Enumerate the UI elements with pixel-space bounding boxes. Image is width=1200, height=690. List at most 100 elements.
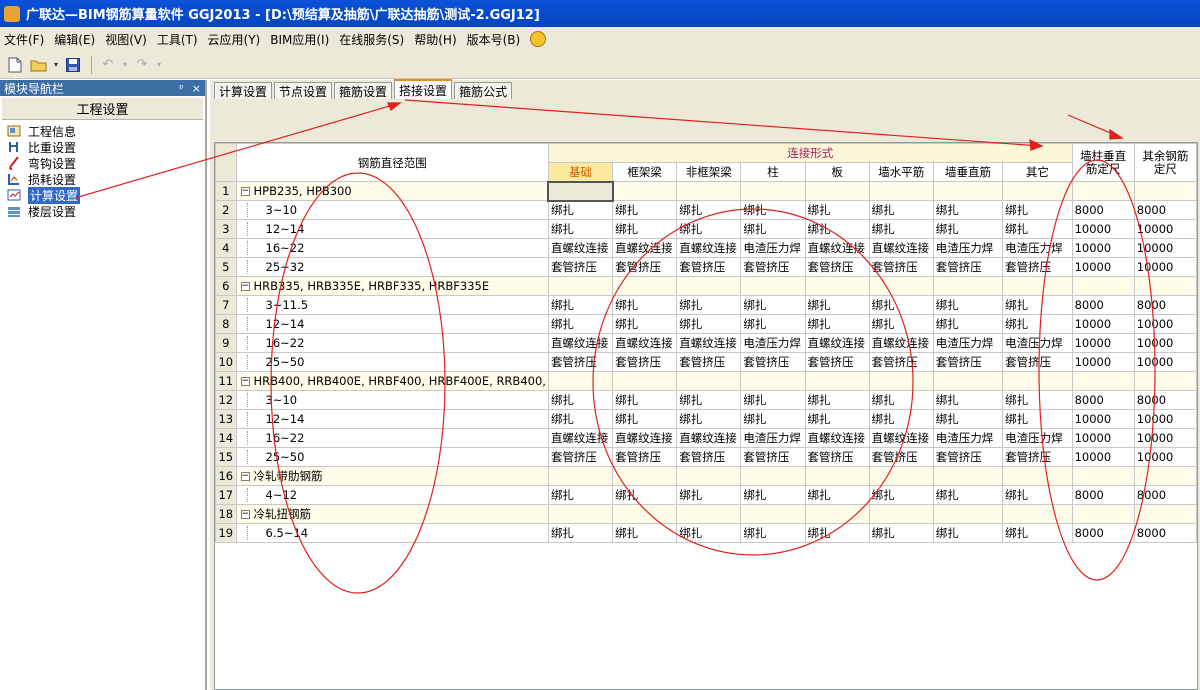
- connection-cell[interactable]: 绑扎: [932, 523, 1004, 543]
- wall-length-cell[interactable]: 10000: [1071, 352, 1135, 372]
- connection-cell[interactable]: [932, 371, 1004, 391]
- connection-cell[interactable]: 绑扎: [547, 314, 614, 334]
- table-row[interactable]: 19 6.5~14 绑扎 绑扎 绑扎 绑扎 绑扎 绑扎 绑扎 绑扎 8000 8000: [215, 523, 1198, 543]
- connection-cell[interactable]: 直螺纹连接: [868, 333, 934, 353]
- row-number[interactable]: 16: [215, 466, 237, 486]
- connection-cell[interactable]: [612, 276, 678, 296]
- connection-cell[interactable]: [932, 504, 1004, 524]
- connection-cell[interactable]: [932, 466, 1004, 486]
- wall-length-cell[interactable]: [1071, 466, 1135, 486]
- smiley-icon[interactable]: [530, 31, 547, 47]
- connection-cell[interactable]: 绑扎: [612, 390, 678, 410]
- wall-length-cell[interactable]: 10000: [1071, 409, 1135, 429]
- connection-cell[interactable]: [1002, 466, 1073, 486]
- connection-cell[interactable]: 绑扎: [932, 390, 1004, 410]
- row-number[interactable]: 15: [215, 447, 237, 467]
- connection-cell[interactable]: 绑扎: [612, 314, 678, 334]
- diameter-range-cell[interactable]: 3~10: [235, 390, 549, 410]
- diameter-range-cell[interactable]: 4~12: [235, 485, 549, 505]
- collapse-icon[interactable]: −: [240, 377, 250, 386]
- table-group-row[interactable]: 11− HRB400, HRB400E, HRBF400, HRBF400E, R…: [215, 371, 1198, 391]
- connection-cell[interactable]: [547, 180, 614, 202]
- connection-cell[interactable]: 绑扎: [740, 409, 806, 429]
- connection-cell[interactable]: 绑扎: [612, 409, 678, 429]
- row-number[interactable]: 5: [215, 257, 237, 277]
- diameter-range-cell[interactable]: 12~14: [235, 314, 549, 334]
- connection-cell[interactable]: 电渣压力焊: [1002, 238, 1073, 258]
- diameter-range-cell[interactable]: 16~22: [235, 238, 549, 258]
- other-length-cell[interactable]: 10000: [1133, 428, 1198, 448]
- row-number[interactable]: 10: [215, 352, 237, 372]
- connection-cell[interactable]: 绑扎: [1002, 295, 1073, 315]
- connection-cell[interactable]: 绑扎: [740, 200, 806, 220]
- connection-cell[interactable]: [547, 371, 614, 391]
- group-label-cell[interactable]: − HPB235, HPB300: [235, 181, 549, 201]
- connection-cell[interactable]: 绑扎: [868, 200, 934, 220]
- diameter-range-cell[interactable]: 3~10: [235, 200, 549, 220]
- connection-cell[interactable]: [868, 371, 934, 391]
- nav-item-floor[interactable]: 楼层设置: [6, 203, 205, 219]
- diameter-range-cell[interactable]: 6.5~14: [235, 523, 549, 543]
- connection-cell[interactable]: 绑扎: [804, 200, 870, 220]
- menu-bim[interactable]: BIM应用(I): [270, 31, 329, 48]
- new-icon[interactable]: [4, 54, 26, 76]
- nav-item-hook[interactable]: 弯钩设置: [6, 155, 205, 171]
- table-row[interactable]: 8 12~14 绑扎 绑扎 绑扎 绑扎 绑扎 绑扎 绑扎 绑扎 10000 10000: [215, 314, 1198, 334]
- connection-cell[interactable]: 电渣压力焊: [740, 333, 806, 353]
- table-row[interactable]: 4 16~22 直螺纹连接 直螺纹连接 直螺纹连接 电渣压力焊 直螺纹连接 直螺纹连接 电渣压力…: [215, 238, 1198, 258]
- diameter-range-cell[interactable]: 25~32: [235, 257, 549, 277]
- save-icon[interactable]: [62, 54, 84, 76]
- menu-view[interactable]: 视图(V): [105, 31, 147, 48]
- connection-cell[interactable]: 绑扎: [547, 409, 614, 429]
- group-label-cell[interactable]: − HRB335, HRB335E, HRBF335, HRBF335E: [235, 276, 549, 296]
- other-length-cell[interactable]: 10000: [1133, 352, 1198, 372]
- connection-cell[interactable]: 套管挤压: [612, 447, 678, 467]
- connection-cell[interactable]: 套管挤压: [547, 352, 614, 372]
- connection-cell[interactable]: 绑扎: [547, 523, 614, 543]
- row-number[interactable]: 12: [215, 390, 237, 410]
- other-length-cell[interactable]: 10000: [1133, 314, 1198, 334]
- connection-cell[interactable]: 绑扎: [868, 409, 934, 429]
- connection-cell[interactable]: 套管挤压: [804, 352, 870, 372]
- group-label-cell[interactable]: − 冷轧扭钢筋: [235, 504, 549, 524]
- table-row[interactable]: 17 4~12 绑扎 绑扎 绑扎 绑扎 绑扎 绑扎 绑扎 绑扎 8000 8000: [215, 485, 1198, 505]
- connection-cell[interactable]: 绑扎: [804, 485, 870, 505]
- connection-cell[interactable]: [932, 181, 1004, 201]
- wall-length-cell[interactable]: 10000: [1071, 219, 1135, 239]
- diameter-range-cell[interactable]: 25~50: [235, 447, 549, 467]
- connection-cell[interactable]: 绑扎: [740, 485, 806, 505]
- connection-cell[interactable]: [612, 371, 678, 391]
- connection-cell[interactable]: 套管挤压: [1002, 352, 1073, 372]
- connection-cell[interactable]: 绑扎: [932, 485, 1004, 505]
- project-settings-section[interactable]: 工程设置: [2, 98, 203, 120]
- connection-cell[interactable]: 电渣压力焊: [1002, 428, 1073, 448]
- connection-cell[interactable]: 绑扎: [676, 314, 742, 334]
- connection-cell[interactable]: [868, 276, 934, 296]
- collapse-icon[interactable]: −: [240, 187, 250, 196]
- connection-cell[interactable]: 套管挤压: [932, 257, 1004, 277]
- redo-icon[interactable]: ↷: [131, 54, 153, 76]
- connection-cell[interactable]: 直螺纹连接: [804, 238, 870, 258]
- collapse-icon[interactable]: −: [240, 510, 250, 519]
- connection-cell[interactable]: [868, 181, 934, 201]
- connection-cell[interactable]: 绑扎: [868, 219, 934, 239]
- connection-cell[interactable]: [547, 466, 614, 486]
- table-row[interactable]: 7 3~11.5 绑扎 绑扎 绑扎 绑扎 绑扎 绑扎 绑扎 绑扎 8000 8000: [215, 295, 1198, 315]
- connection-cell[interactable]: [676, 276, 742, 296]
- tab-stirrup-settings[interactable]: 箍筋设置: [334, 82, 393, 99]
- wall-length-cell[interactable]: 10000: [1071, 314, 1135, 334]
- connection-cell[interactable]: 绑扎: [612, 485, 678, 505]
- connection-cell[interactable]: 绑扎: [740, 314, 806, 334]
- menu-help[interactable]: 帮助(H): [414, 31, 456, 48]
- connection-cell[interactable]: [676, 371, 742, 391]
- row-number[interactable]: 3: [215, 219, 237, 239]
- nav-item-project-info[interactable]: 工程信息: [6, 123, 205, 139]
- connection-cell[interactable]: [676, 181, 742, 201]
- row-number[interactable]: 14: [215, 428, 237, 448]
- connection-cell[interactable]: 绑扎: [804, 390, 870, 410]
- connection-cell[interactable]: 套管挤压: [547, 447, 614, 467]
- group-label-cell[interactable]: − 冷轧带肋钢筋: [235, 466, 549, 486]
- connection-cell[interactable]: 绑扎: [868, 314, 934, 334]
- connection-cell[interactable]: [932, 276, 1004, 296]
- diameter-range-cell[interactable]: 12~14: [235, 219, 549, 239]
